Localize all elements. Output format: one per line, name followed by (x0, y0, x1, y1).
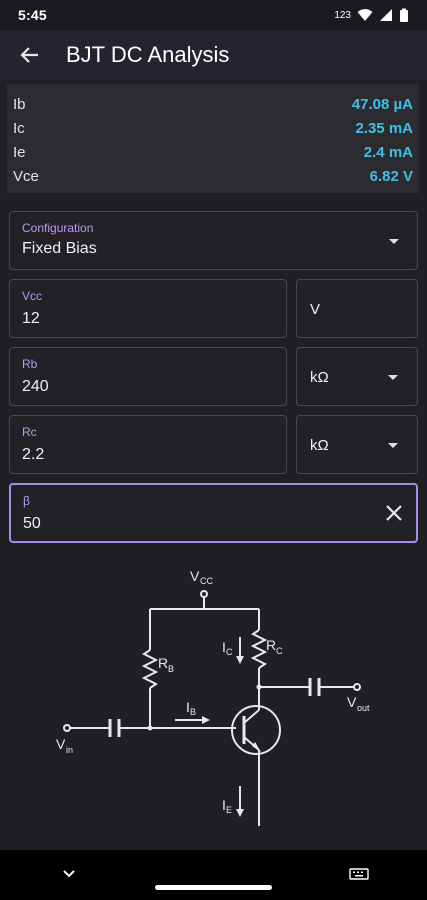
rb-component-label: R (158, 655, 168, 671)
vcc-unit: V (310, 301, 321, 318)
result-row-ic: Ic 2.35 mA (13, 116, 413, 140)
circuit-diagram: V CC R B R C I C I B I E V in V out (56, 568, 370, 826)
rc-unit-select[interactable]: kΩ (296, 415, 418, 474)
clear-icon[interactable] (385, 504, 403, 522)
configuration-select[interactable]: Configuration Fixed Bias (9, 211, 418, 270)
beta-label: β (23, 494, 30, 508)
vcc-input[interactable]: Vcc 12 (9, 279, 287, 338)
dropdown-arrow-icon (389, 239, 399, 244)
result-label: Ie (13, 143, 26, 161)
chevron-down-icon[interactable] (62, 869, 76, 879)
vout-subscript: out (357, 703, 370, 713)
keyboard-icon[interactable] (349, 868, 369, 880)
screen: 5:45 123 BJT DC Analysis Ib 47.08 µA Ic … (0, 0, 427, 900)
rb-value: 240 (22, 378, 49, 395)
rc-value: 2.2 (22, 446, 45, 463)
result-value: 2.4 mA (363, 143, 413, 161)
status-bar: 5:45 123 (0, 0, 427, 30)
rb-component-subscript: B (168, 664, 174, 674)
rb-unit-select[interactable]: kΩ (296, 347, 418, 406)
navigation-bar (0, 850, 427, 900)
status-time: 5:45 (18, 7, 47, 23)
result-row-vce: Vce 6.82 V (13, 164, 413, 188)
beta-input[interactable]: β 50 (9, 483, 418, 543)
rc-component-subscript: C (276, 646, 283, 656)
wifi-icon (357, 9, 373, 21)
status-icons: 123 (334, 8, 409, 23)
vin-label: V (56, 736, 66, 752)
result-label: Vce (13, 167, 39, 185)
dropdown-arrow-icon (388, 443, 398, 448)
result-label: Ib (13, 95, 26, 113)
result-value: 6.82 V (369, 167, 413, 185)
status-indicator: 123 (334, 9, 351, 21)
page-title: BJT DC Analysis (66, 42, 230, 67)
beta-value: 50 (23, 515, 41, 532)
vcc-node-label: V (190, 568, 200, 584)
app-bar: BJT DC Analysis (0, 30, 427, 80)
battery-icon (400, 8, 408, 22)
result-row-ie: Ie 2.4 mA (13, 140, 413, 164)
rb-label: Rb (22, 357, 38, 371)
signal-icon (380, 9, 392, 21)
arrow-back-icon (20, 47, 38, 63)
home-handle[interactable] (155, 885, 272, 890)
result-label: Ic (13, 119, 25, 137)
ib-current-subscript: B (190, 707, 196, 717)
rb-input[interactable]: Rb 240 (9, 347, 287, 406)
back-button[interactable] (0, 30, 60, 80)
result-value: 47.08 µA (351, 95, 413, 113)
vout-label: V (347, 694, 357, 710)
rc-unit: kΩ (310, 437, 329, 454)
rc-component-label: R (266, 637, 276, 653)
vcc-unit-field: V (296, 279, 418, 338)
result-row-ib: Ib 47.08 µA (13, 92, 413, 116)
rb-unit: kΩ (310, 369, 329, 386)
ic-current-subscript: C (226, 647, 233, 657)
configuration-label: Configuration (22, 221, 94, 235)
vcc-node-subscript: CC (200, 576, 213, 586)
rc-label: Rc (22, 425, 37, 439)
ie-current-subscript: E (226, 805, 232, 815)
results-panel: Ib 47.08 µA Ic 2.35 mA Ie 2.4 mA Vce 6.8… (7, 84, 419, 193)
vcc-value: 12 (22, 310, 40, 327)
result-value: 2.35 mA (355, 119, 413, 137)
configuration-value: Fixed Bias (22, 240, 97, 257)
vin-subscript: in (66, 745, 73, 755)
vcc-label: Vcc (22, 289, 43, 303)
dropdown-arrow-icon (388, 375, 398, 380)
rc-input[interactable]: Rc 2.2 (9, 415, 287, 474)
